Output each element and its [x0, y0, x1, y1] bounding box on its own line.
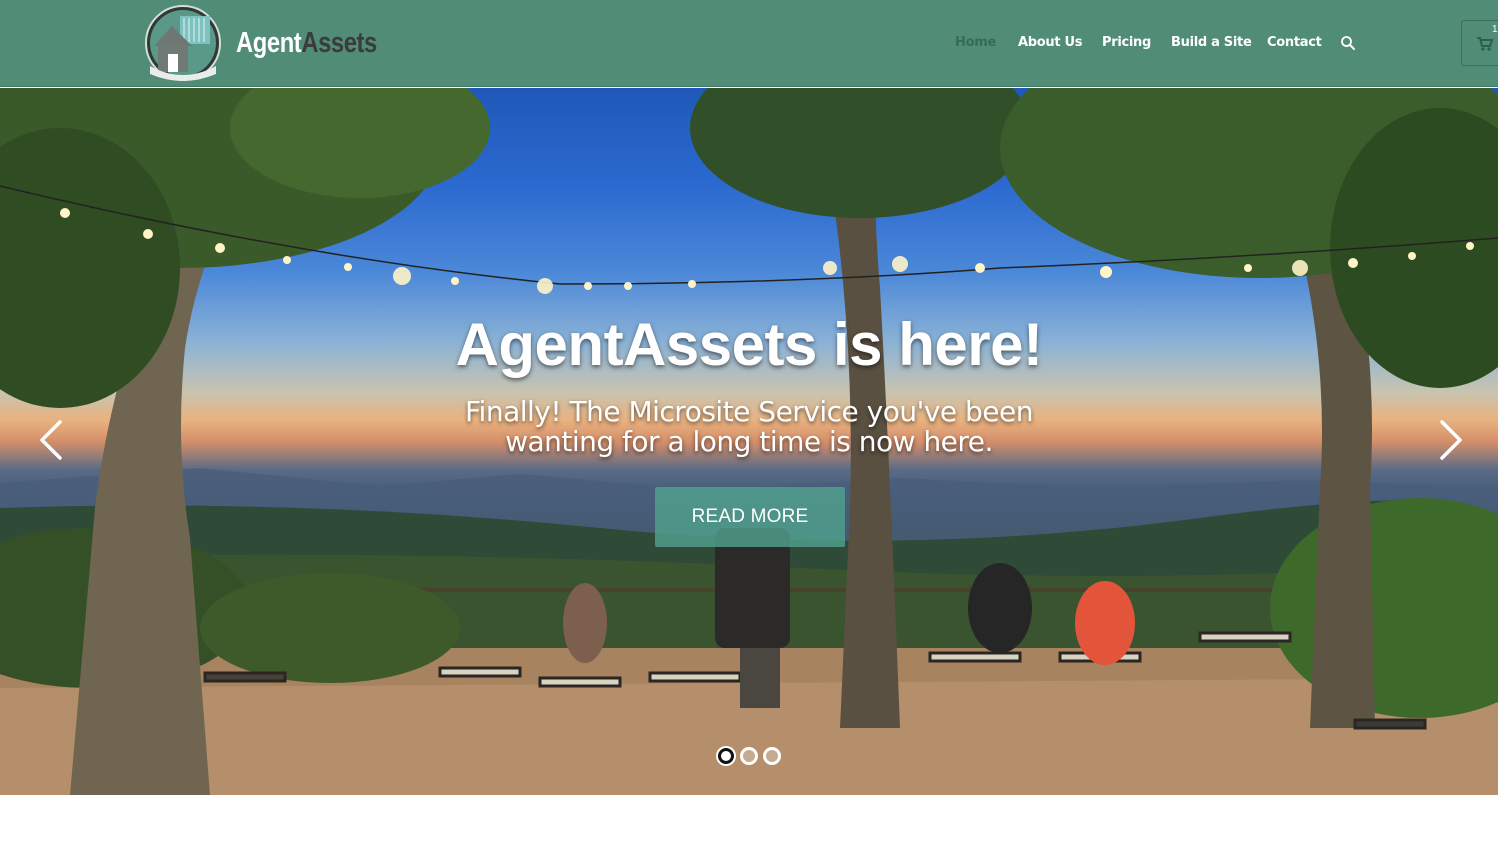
site-logo[interactable]: AgentAssets: [144, 4, 408, 82]
nav-build-a-site[interactable]: Build a Site: [1171, 35, 1252, 50]
slider-prev-arrow-icon[interactable]: [36, 418, 66, 462]
slider-dot-2[interactable]: [740, 747, 758, 765]
slider-dot-3[interactable]: [763, 747, 781, 765]
slider-dot-1[interactable]: [718, 748, 734, 764]
site-header: AgentAssets Home About Us Pricing Build …: [0, 0, 1498, 87]
logo-wordmark: AgentAssets: [236, 26, 377, 59]
read-more-button[interactable]: READ MORE: [655, 487, 845, 547]
logo-text-assets: Assets: [301, 26, 377, 59]
hero-subtitle-line-1: Finally! The Microsite Service you've be…: [464, 395, 1034, 428]
content-area: [0, 795, 1498, 851]
slider-pagination: [717, 747, 781, 765]
hero-subtitle: Finally! The Microsite Service you've be…: [449, 397, 1049, 457]
search-icon[interactable]: [1340, 35, 1356, 51]
logo-text-agent: Agent: [236, 26, 302, 59]
nav-home[interactable]: Home: [955, 35, 996, 50]
hero-slider: AgentAssets is here! Finally! The Micros…: [0, 88, 1498, 795]
nav-about-us[interactable]: About Us: [1018, 35, 1082, 50]
hero-title: AgentAssets is here!: [455, 311, 1043, 378]
logo-house-icon: [144, 4, 222, 82]
cart-icon: [1477, 37, 1494, 51]
nav-pricing[interactable]: Pricing: [1102, 35, 1151, 50]
hero-subtitle-line-2: wanting for a long time is now here.: [505, 425, 993, 458]
slider-next-arrow-icon[interactable]: [1436, 418, 1466, 462]
nav-contact[interactable]: Contact: [1267, 35, 1322, 50]
cart-count-badge: 1: [1492, 24, 1498, 35]
